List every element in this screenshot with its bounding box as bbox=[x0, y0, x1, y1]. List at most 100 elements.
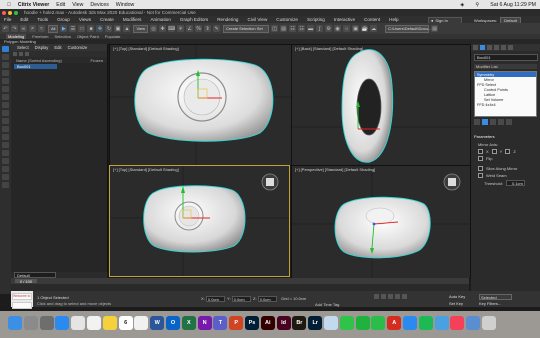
downloads-icon[interactable] bbox=[466, 316, 481, 330]
menu-customize[interactable]: Customize bbox=[276, 17, 298, 22]
redo-icon[interactable]: ↷ bbox=[11, 25, 18, 32]
window-crossing-icon[interactable]: ■ bbox=[87, 25, 95, 32]
app-store-icon[interactable] bbox=[403, 316, 417, 330]
invert-display-icon[interactable] bbox=[2, 166, 9, 172]
reference-coordinate-dropdown[interactable]: View bbox=[133, 24, 149, 33]
excel-icon[interactable]: X bbox=[181, 316, 196, 330]
parameters-title[interactable]: Parameters bbox=[474, 134, 537, 139]
bones-filter-icon[interactable] bbox=[2, 118, 9, 124]
menu-help[interactable]: Help bbox=[389, 17, 398, 22]
go-to-end-icon[interactable] bbox=[402, 294, 407, 299]
scene-tab-select[interactable]: Select bbox=[17, 45, 29, 50]
wechat-icon[interactable] bbox=[355, 316, 370, 330]
modifier-list-dropdown[interactable]: Modifier List bbox=[474, 64, 537, 69]
menu-create[interactable]: Create bbox=[100, 17, 114, 22]
hierarchy-tab-icon[interactable] bbox=[487, 45, 492, 50]
containers-filter-icon[interactable] bbox=[2, 126, 9, 132]
mac-menu-window[interactable]: Window bbox=[116, 2, 134, 8]
render-production-icon[interactable]: ☕ bbox=[361, 25, 369, 32]
toggle-ribbon-icon[interactable]: ▬ bbox=[307, 25, 315, 32]
photoshop-icon[interactable]: Ps bbox=[245, 316, 259, 330]
modify-tab-icon[interactable] bbox=[480, 45, 485, 50]
coord-z-field[interactable]: 0.0cm bbox=[257, 296, 277, 302]
scene-item-box001[interactable]: Box001 bbox=[14, 64, 57, 69]
shapes-filter-icon[interactable] bbox=[2, 62, 9, 68]
set-key-button[interactable]: Set Key bbox=[449, 301, 463, 306]
display-none-icon[interactable] bbox=[2, 158, 9, 164]
menu-civil-view[interactable]: Civil View bbox=[247, 17, 267, 22]
spinner-snap-icon[interactable]: ⇕ bbox=[204, 25, 212, 32]
safari-icon[interactable] bbox=[55, 316, 70, 330]
citrix-icon[interactable] bbox=[434, 316, 449, 330]
next-frame-icon[interactable] bbox=[395, 294, 400, 299]
menu-rendering[interactable]: Rendering bbox=[217, 17, 238, 22]
select-by-name-icon[interactable]: ☰ bbox=[69, 25, 77, 32]
coord-y-field[interactable]: 0.0cm bbox=[231, 296, 251, 302]
mac-menu-view[interactable]: View bbox=[72, 2, 83, 8]
schematic-view-icon[interactable]: ⚙ bbox=[325, 25, 333, 32]
utilities-tab-icon[interactable] bbox=[508, 45, 513, 50]
preview-icon[interactable] bbox=[324, 316, 338, 330]
apple-menu-icon[interactable]:  bbox=[7, 2, 11, 8]
create-tab-icon[interactable] bbox=[473, 45, 478, 50]
autodesk-icon[interactable]: A bbox=[387, 316, 402, 330]
word-icon[interactable]: W bbox=[150, 316, 165, 330]
threshold-spinner[interactable]: 0.1cm bbox=[505, 180, 525, 186]
stack-item-ffd-4x4x4[interactable]: FFD 4x4x4 bbox=[475, 102, 536, 107]
align-icon[interactable]: ▤ bbox=[280, 25, 288, 32]
select-object-icon[interactable]: ▶ bbox=[60, 25, 68, 32]
find-icon[interactable] bbox=[19, 52, 23, 56]
link-icon[interactable]: ∞ bbox=[20, 25, 27, 32]
toggle-scene-explorer-icon[interactable]: ☷ bbox=[289, 25, 297, 32]
maxscript-listener[interactable]: Welcome to MAXScript. bbox=[11, 291, 33, 309]
display-tab-icon[interactable] bbox=[501, 45, 506, 50]
add-time-tag[interactable]: Add Time Tag bbox=[315, 302, 339, 307]
axis-y-radio[interactable] bbox=[491, 149, 497, 154]
scene-list-header[interactable]: Name (Sorted Ascending) Frozen bbox=[11, 57, 107, 63]
lights-filter-icon[interactable] bbox=[2, 70, 9, 76]
chrome-icon[interactable] bbox=[71, 316, 86, 330]
key-selection-dropdown[interactable]: Selected bbox=[479, 294, 512, 300]
scene-tab-display[interactable]: Display bbox=[35, 45, 49, 50]
messages-icon[interactable] bbox=[339, 316, 354, 330]
viewport-top-upper[interactable]: [+] [Top] [Standard] [Default Shading] bbox=[109, 44, 292, 166]
viewport-label[interactable]: [+] [Perspective] [Standard] [Default Sh… bbox=[295, 167, 375, 172]
menu-tools[interactable]: Tools bbox=[37, 17, 48, 22]
previous-frame-icon[interactable] bbox=[381, 294, 386, 299]
menu-edit[interactable]: Edit bbox=[20, 17, 28, 22]
frozen-column-header[interactable]: Frozen bbox=[91, 58, 103, 63]
menu-interactive[interactable]: Interactive bbox=[334, 17, 355, 22]
play-icon[interactable] bbox=[388, 294, 393, 299]
indesign-icon[interactable]: Id bbox=[276, 316, 291, 330]
viewport-top-active[interactable]: [+] [Top] [Standard] [Default Shading] bbox=[109, 165, 290, 277]
finder-icon[interactable] bbox=[8, 316, 22, 330]
illustrator-icon[interactable]: Ai bbox=[260, 316, 275, 330]
hidden-filter-icon[interactable] bbox=[2, 142, 9, 148]
helpers-filter-icon[interactable] bbox=[2, 86, 9, 92]
time-slider-thumb[interactable]: 0 / 100 bbox=[15, 279, 37, 284]
spotify-icon[interactable] bbox=[418, 316, 433, 330]
key-filters-button[interactable]: Key Filters... bbox=[479, 301, 501, 306]
motion-tab-icon[interactable] bbox=[494, 45, 499, 50]
material-editor-icon[interactable]: ◉ bbox=[334, 25, 342, 32]
pin-stack-icon[interactable] bbox=[474, 119, 480, 125]
close-window-button[interactable] bbox=[2, 10, 6, 15]
menu-animation[interactable]: Animation bbox=[150, 17, 170, 22]
viewport-label[interactable]: [+] [Back] [Standard] [Default Shading] bbox=[295, 46, 363, 51]
space-warps-filter-icon[interactable] bbox=[2, 94, 9, 100]
curve-editor-icon[interactable]: ∫ bbox=[316, 25, 324, 32]
project-path-field[interactable]: C:\Users\Default\Docu... bbox=[385, 24, 431, 33]
menu-content[interactable]: Content bbox=[364, 17, 380, 22]
lightroom-icon[interactable]: Lr bbox=[308, 316, 323, 330]
system-preferences-icon[interactable] bbox=[39, 316, 54, 330]
edit-named-selection-icon[interactable]: ✎ bbox=[213, 25, 221, 32]
object-name-field[interactable]: Box001 bbox=[474, 54, 538, 61]
select-and-rotate-icon[interactable]: ↻ bbox=[105, 25, 113, 32]
menu-graph-editors[interactable]: Graph Editors bbox=[180, 17, 208, 22]
select-manipulate-icon[interactable]: ✚ bbox=[159, 25, 167, 32]
maxscript-input[interactable] bbox=[12, 302, 32, 309]
scene-tab-edit[interactable]: Edit bbox=[54, 45, 61, 50]
mirror-icon[interactable]: ◫ bbox=[271, 25, 279, 32]
wifi-icon[interactable]: ◈ bbox=[460, 2, 464, 8]
rendered-frame-window-icon[interactable]: ▣ bbox=[352, 25, 360, 32]
